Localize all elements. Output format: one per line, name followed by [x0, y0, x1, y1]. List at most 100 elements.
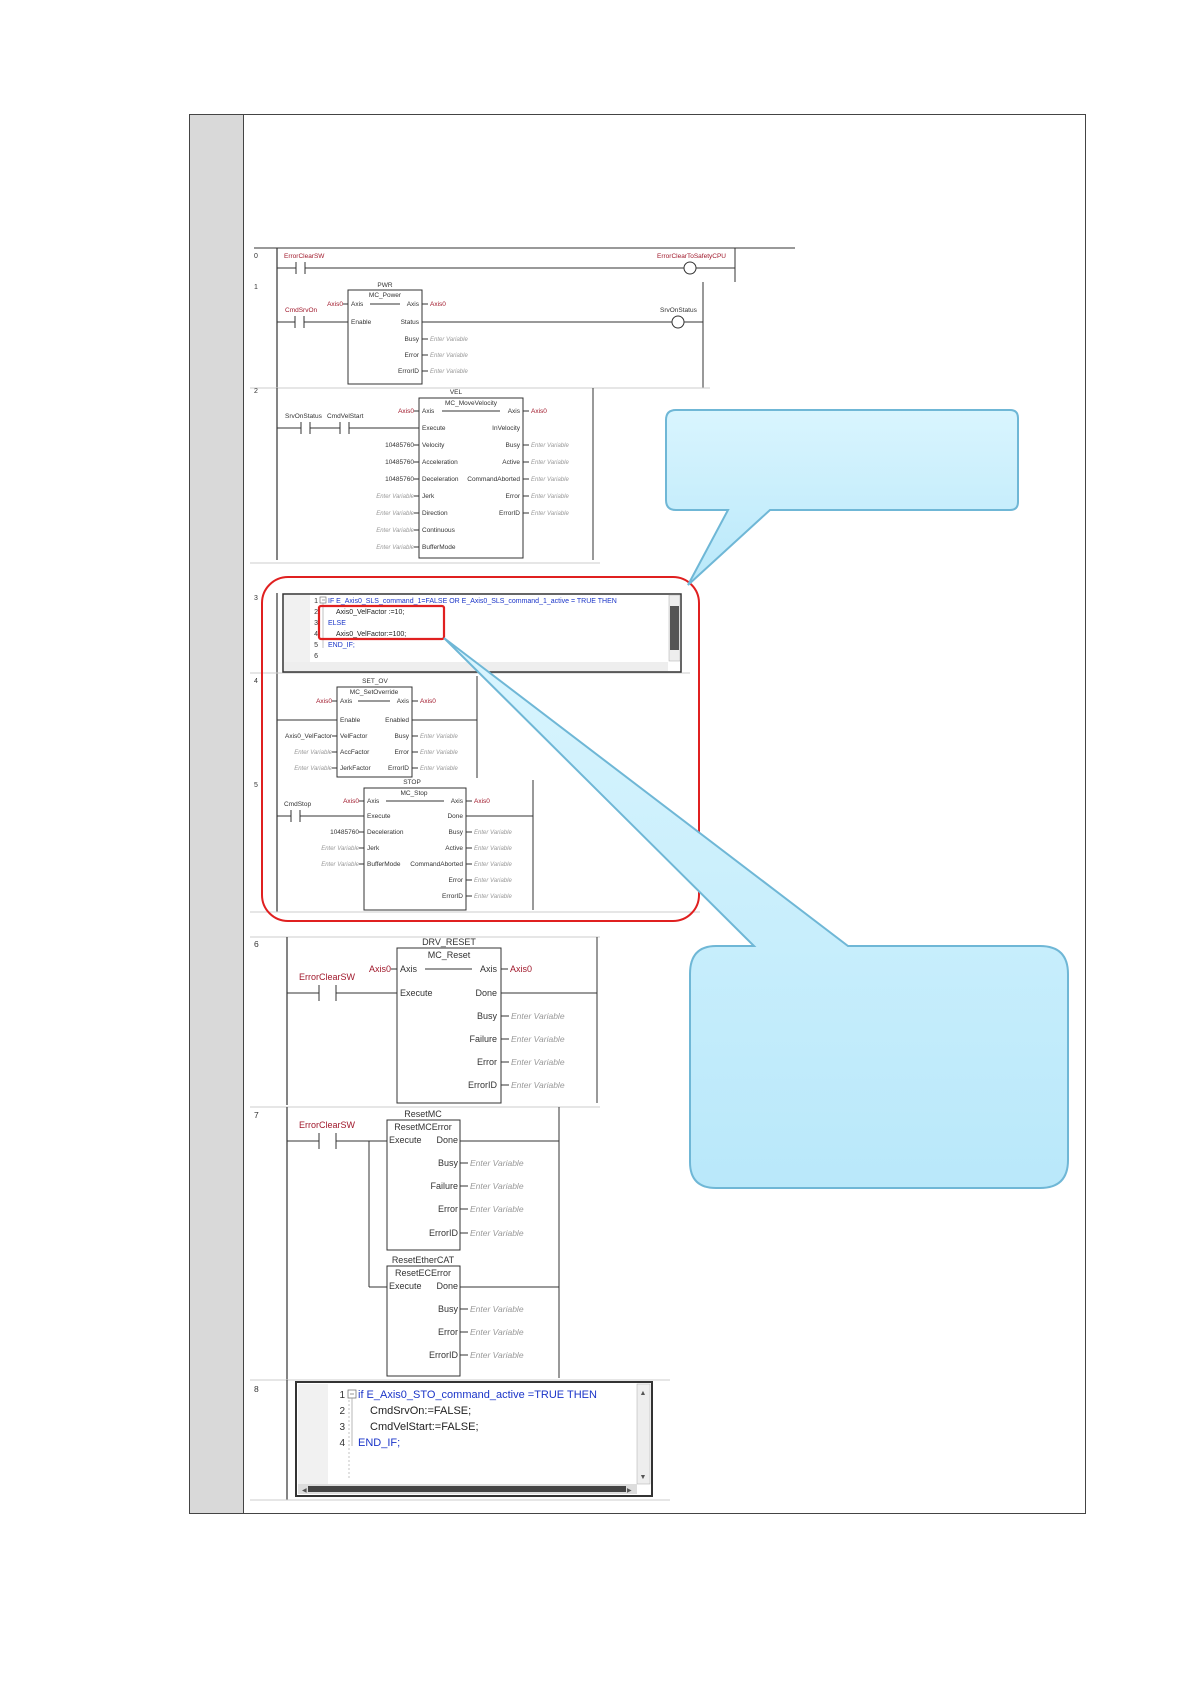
- svg-text:Enter Variable[interactable]: Enter Variable: [511, 1034, 565, 1044]
- svg-text:ErrorID: ErrorID: [499, 510, 520, 517]
- svg-text:Enter Variable[interactable]: Enter Variable: [321, 862, 359, 868]
- svg-text:Enter Variable[interactable]: Enter Variable: [470, 1350, 524, 1360]
- svg-text:Axis0_VelFactor[interactable]: Axis0_VelFactor: [285, 733, 333, 740]
- svg-text:CmdSrvOn:=FALSE;: CmdSrvOn:=FALSE;: [370, 1405, 471, 1417]
- rung-2[interactable]: 2 SrvOnStatus CmdVelStart VEL MC_MoveVel…: [250, 388, 600, 564]
- svg-text:END_IF;: END_IF;: [358, 1437, 400, 1449]
- svg-text:Axis0: Axis0: [531, 408, 547, 415]
- svg-text:Enter Variable[interactable]: Enter Variable: [321, 846, 359, 852]
- svg-text:Enter Variable[interactable]: Enter Variable: [430, 369, 468, 375]
- svg-text:Enter Variable[interactable]: Enter Variable: [511, 1057, 565, 1067]
- svg-text:10485760[interactable]: 10485760: [385, 442, 414, 449]
- svg-text:Active: Active: [502, 459, 520, 466]
- svg-text:Enter Variable[interactable]: Enter Variable: [511, 1011, 565, 1021]
- svg-text:ErrorID: ErrorID: [398, 368, 419, 375]
- rung-4[interactable]: 4 SET_OV MC_SetOverride Axis0 Axis Axis …: [254, 676, 478, 780]
- rung-8[interactable]: 8 ▲ ▼ ◀ ▶ 1 2 3 4 if E_Axis0_STO_command…: [250, 1379, 670, 1501]
- svg-text:Enter Variable[interactable]: Enter Variable: [376, 511, 414, 517]
- svg-text:MC_Reset: MC_Reset: [428, 950, 471, 960]
- svg-text:Enter Variable[interactable]: Enter Variable: [470, 1304, 524, 1314]
- callout-bottom: [443, 637, 1069, 1189]
- rung-1[interactable]: 1 CmdSrvOn PWR MC_Power Axis0 Axis Axis …: [250, 282, 710, 389]
- svg-text:Enter Variable[interactable]: Enter Variable: [420, 766, 458, 772]
- svg-text:Enter Variable[interactable]: Enter Variable: [474, 894, 512, 900]
- svg-text:Enter Variable[interactable]: Enter Variable: [430, 337, 468, 343]
- svg-text:Done: Done: [436, 1135, 458, 1145]
- svg-text:Axis0_VelFactor:=100;: Axis0_VelFactor:=100;: [336, 631, 406, 638]
- svg-text:Enter Variable[interactable]: Enter Variable: [420, 750, 458, 756]
- svg-text:Enter Variable[interactable]: Enter Variable: [470, 1228, 524, 1238]
- svg-text:Busy: Busy: [395, 733, 410, 740]
- svg-text:Enter Variable[interactable]: Enter Variable: [376, 528, 414, 534]
- svg-text:Busy: Busy: [477, 1011, 498, 1021]
- svg-text:Enter Variable[interactable]: Enter Variable: [474, 830, 512, 836]
- scroll-up-icon[interactable]: ▲: [640, 1390, 647, 1397]
- svg-text:ErrorID: ErrorID: [429, 1350, 459, 1360]
- scroll-left-icon[interactable]: ◀: [302, 1488, 307, 1494]
- svg-text:Busy: Busy: [438, 1158, 459, 1168]
- svg-text:Execute: Execute: [400, 988, 433, 998]
- scrollbar-vertical[interactable]: [636, 1383, 651, 1485]
- svg-text:1: 1: [339, 1390, 345, 1401]
- svg-text:10485760[interactable]: 10485760: [385, 476, 414, 483]
- svg-text:Axis: Axis: [422, 408, 435, 415]
- rung-number: 8: [254, 1384, 259, 1394]
- svg-text:Enter Variable[interactable]: Enter Variable: [474, 878, 512, 884]
- svg-text:Axis0: Axis0: [327, 301, 343, 308]
- svg-text:AccFactor: AccFactor: [340, 749, 370, 756]
- svg-text:Continuous: Continuous: [422, 527, 456, 534]
- svg-text:Enter Variable[interactable]: Enter Variable: [294, 766, 332, 772]
- svg-text:Enter Variable[interactable]: Enter Variable: [531, 511, 569, 517]
- rung-number: 7: [254, 1110, 259, 1120]
- contact[interactable]: [282, 262, 684, 274]
- coil[interactable]: [683, 261, 697, 275]
- svg-text:Axis0: Axis0: [430, 301, 446, 308]
- svg-text:Busy: Busy: [405, 336, 420, 343]
- svg-text:Execute: Execute: [367, 813, 391, 820]
- svg-text:VEL: VEL: [450, 389, 463, 396]
- svg-text:CmdVelStart: CmdVelStart: [327, 413, 364, 420]
- svg-text:Enter Variable[interactable]: Enter Variable: [376, 494, 414, 500]
- svg-text:Enter Variable[interactable]: Enter Variable: [531, 460, 569, 466]
- coil-label: SrvOnStatus: [660, 307, 698, 314]
- svg-text:10485760[interactable]: 10485760: [330, 829, 359, 836]
- svg-text:Done: Done: [436, 1281, 458, 1291]
- svg-text:Error: Error: [506, 493, 521, 500]
- svg-text:Enter Variable[interactable]: Enter Variable: [470, 1204, 524, 1214]
- rung-number: 4: [254, 678, 258, 685]
- svg-text:CommandAborted: CommandAborted: [410, 861, 463, 868]
- svg-text:Enter Variable[interactable]: Enter Variable: [376, 545, 414, 551]
- scrollbar-thumb[interactable]: [308, 1486, 626, 1492]
- coil[interactable]: [671, 315, 685, 329]
- rung-number: 6: [254, 939, 259, 949]
- scrollbar-thumb[interactable]: [670, 606, 679, 650]
- svg-text:Enter Variable[interactable]: Enter Variable: [470, 1158, 524, 1168]
- rung-0[interactable]: 0 ErrorClearSW ErrorClearToSafetyCPU: [254, 247, 795, 282]
- scroll-right-icon[interactable]: ▶: [627, 1488, 632, 1494]
- svg-text:Enter Variable[interactable]: Enter Variable: [511, 1080, 565, 1090]
- svg-text:BufferMode: BufferMode: [422, 544, 456, 551]
- svg-text:Jerk: Jerk: [367, 845, 380, 852]
- svg-text:Enter Variable[interactable]: Enter Variable: [294, 750, 332, 756]
- contact-label: CmdSrvOn: [285, 307, 318, 314]
- svg-text:ErrorID: ErrorID: [442, 893, 463, 900]
- svg-text:Enter Variable[interactable]: Enter Variable: [470, 1327, 524, 1337]
- svg-text:Enter Variable[interactable]: Enter Variable: [531, 477, 569, 483]
- rung-6[interactable]: 6 ErrorClearSW DRV_RESET MC_Reset Axis0 …: [250, 936, 600, 1105]
- svg-text:MC_SetOverride: MC_SetOverride: [350, 689, 399, 696]
- svg-text:Enter Variable[interactable]: Enter Variable: [474, 846, 512, 852]
- svg-text:Enter Variable[interactable]: Enter Variable: [430, 353, 468, 359]
- svg-text:Enter Variable[interactable]: Enter Variable: [474, 862, 512, 868]
- svg-text:Enter Variable[interactable]: Enter Variable: [531, 443, 569, 449]
- rung-7[interactable]: 7 ErrorClearSW ResetMC ResetMCError Exec…: [250, 1106, 600, 1380]
- svg-text:Enter Variable[interactable]: Enter Variable: [470, 1181, 524, 1191]
- svg-text:Error: Error: [405, 352, 420, 359]
- svg-text:10485760[interactable]: 10485760: [385, 459, 414, 466]
- svg-text:CmdVelStart:=FALSE;: CmdVelStart:=FALSE;: [370, 1421, 479, 1433]
- svg-text:JerkFactor: JerkFactor: [340, 765, 372, 772]
- svg-text:Deceleration: Deceleration: [422, 476, 459, 483]
- svg-text:Enter Variable[interactable]: Enter Variable: [420, 734, 458, 740]
- svg-text:Enter Variable[interactable]: Enter Variable: [531, 494, 569, 500]
- scroll-down-icon[interactable]: ▼: [640, 1474, 647, 1481]
- svg-text:MC_Stop: MC_Stop: [400, 790, 427, 797]
